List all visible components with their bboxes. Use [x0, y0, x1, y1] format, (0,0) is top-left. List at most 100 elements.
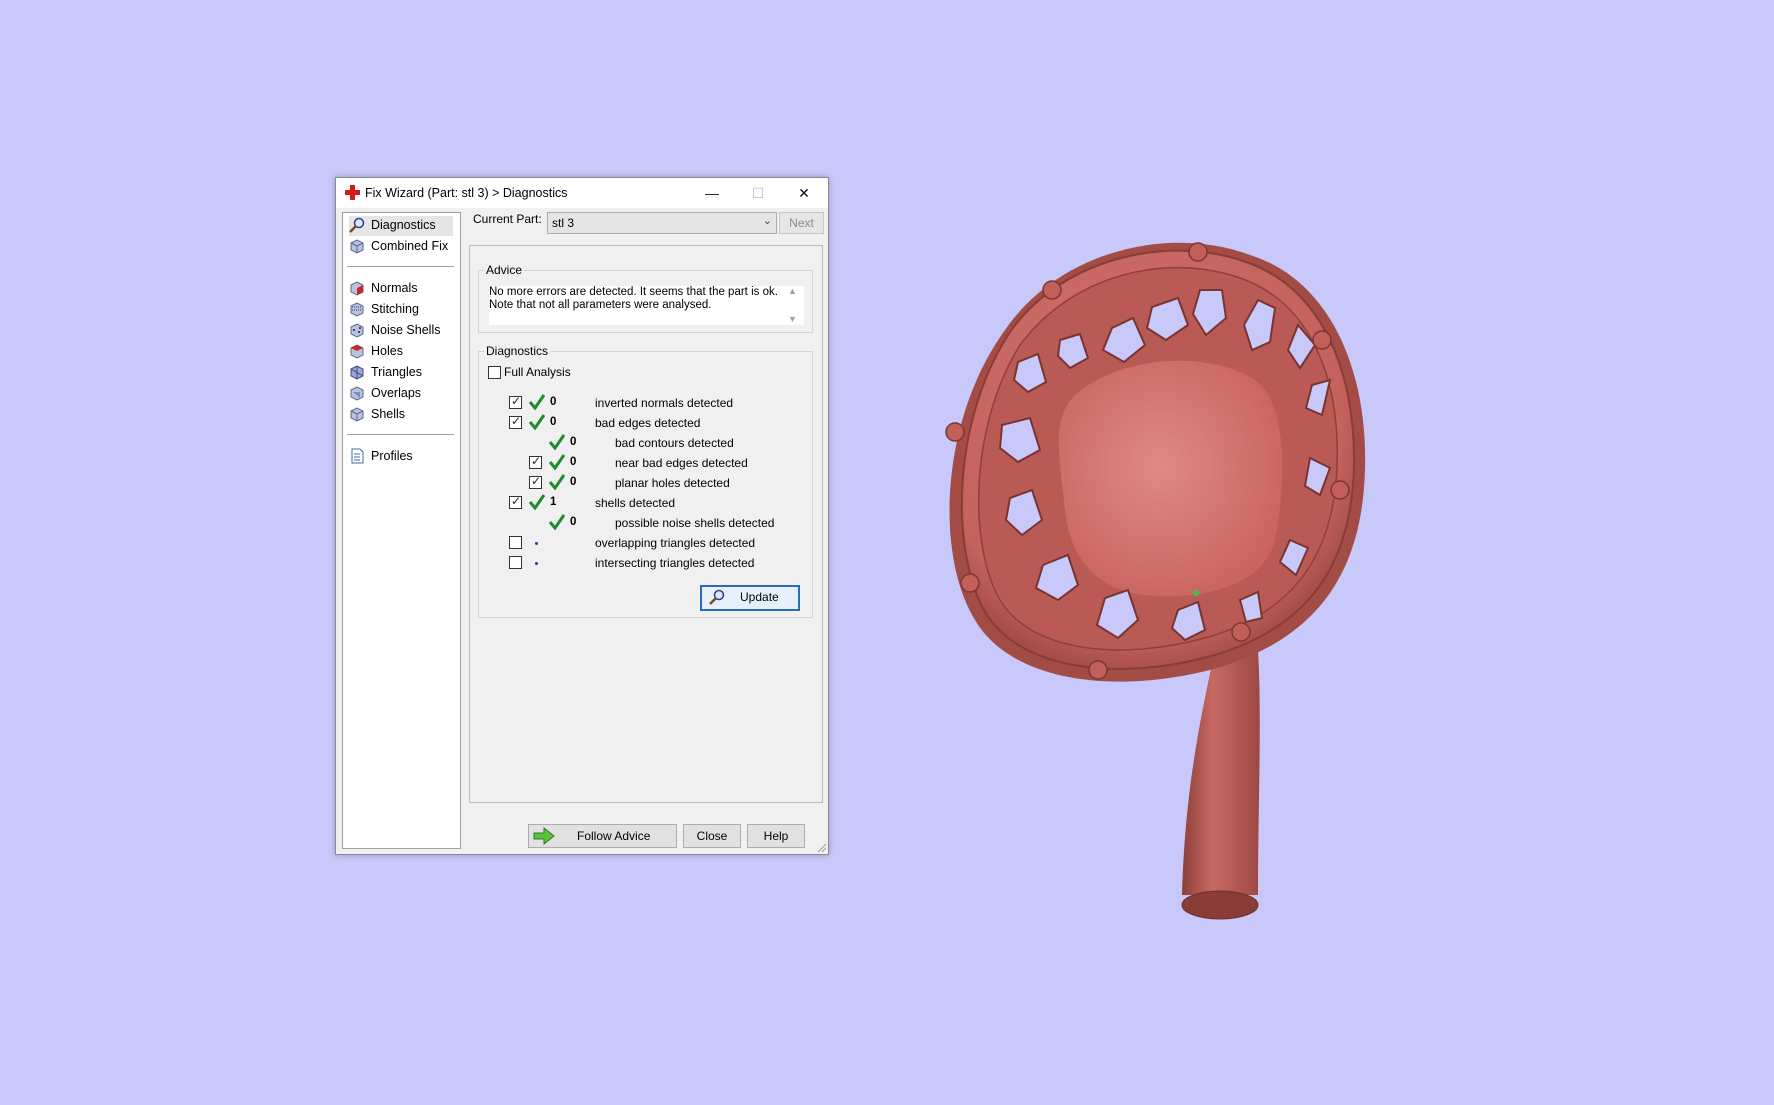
update-button[interactable]: Update [700, 585, 800, 611]
update-label: Update [740, 590, 779, 604]
advice-textbox[interactable]: No more errors are detected. It seems th… [489, 286, 804, 325]
resize-grip-icon[interactable] [817, 843, 827, 853]
noise-shells-count: 0 [570, 516, 577, 528]
not-analysed-dot-icon [535, 542, 538, 545]
fix-wizard-dialog: Fix Wizard (Part: stl 3) > Diagnostics —… [335, 177, 829, 855]
maximize-button: ☐ [751, 185, 765, 201]
noise-shells-cube-icon [350, 323, 364, 338]
nav-label: Normals [371, 281, 418, 295]
near-bad-edges-count: 0 [570, 456, 577, 468]
nav-item-diagnostics[interactable]: Diagnostics [349, 216, 453, 236]
planar-holes-label: planar holes detected [615, 476, 730, 490]
nav-label: Overlaps [371, 386, 422, 400]
nav-label: Diagnostics [371, 218, 436, 232]
minimize-button[interactable]: — [689, 178, 735, 208]
shells-label: shells detected [595, 496, 676, 510]
help-button[interactable]: Help [747, 824, 805, 848]
document-icon [351, 448, 364, 464]
inverted-normals-checkbox[interactable] [509, 394, 522, 409]
nav-divider [347, 434, 454, 435]
diagnostics-group: Diagnostics Full Analysis 0 inverted nor… [478, 344, 813, 618]
arrow-right-icon [533, 827, 555, 845]
magnifier-icon [709, 589, 725, 605]
nav-item-shells[interactable]: Shells [349, 405, 453, 425]
check-ok-icon [529, 494, 545, 510]
advice-line: Note that not all parameters were analys… [489, 299, 712, 311]
intersecting-triangles-checkbox[interactable] [509, 556, 522, 569]
sidebar-nav: Diagnostics Combined Fix Normals Stitchi… [342, 212, 461, 849]
intersecting-triangles-label: intersecting triangles detected [595, 556, 755, 570]
magnifier-icon [349, 217, 365, 233]
nav-label: Stitching [371, 302, 419, 316]
current-part-select[interactable]: stl 3 ⌄ [547, 212, 777, 234]
nav-item-triangles[interactable]: Triangles [349, 363, 453, 383]
diagnostics-panel: Advice No more errors are detected. It s… [469, 245, 823, 803]
cap-body [945, 242, 1366, 682]
advice-line: No more errors are detected. It seems th… [489, 286, 778, 298]
triangles-cube-icon [350, 365, 364, 380]
noise-shells-label: possible noise shells detected [615, 516, 775, 530]
advice-title: Advice [484, 263, 525, 277]
check-ok-icon [529, 394, 545, 410]
check-ok-icon [549, 514, 565, 530]
nav-label: Noise Shells [371, 323, 441, 337]
cube-icon [350, 239, 364, 254]
bad-edges-label: bad edges detected [595, 416, 701, 430]
stitching-cube-icon [350, 302, 364, 317]
current-part-label: Current Part: [473, 212, 542, 226]
nav-item-noise-shells[interactable]: Noise Shells [349, 321, 453, 341]
follow-advice-label: Follow Advice [577, 829, 651, 843]
advice-text: No more errors are detected. It seems th… [489, 286, 779, 312]
shells-checkbox[interactable] [509, 494, 522, 509]
bad-edges-checkbox[interactable] [509, 414, 522, 429]
nav-item-stitching[interactable]: Stitching [349, 300, 453, 320]
inverted-normals-label: inverted normals detected [595, 396, 734, 410]
full-analysis-label: Full Analysis [504, 365, 571, 379]
nav-label: Triangles [371, 365, 422, 379]
title-bar[interactable]: Fix Wizard (Part: stl 3) > Diagnostics —… [336, 178, 828, 208]
diagnostics-title: Diagnostics [484, 344, 551, 358]
follow-advice-button[interactable]: Follow Advice [528, 824, 677, 848]
part-3d-view[interactable] [930, 230, 1380, 930]
bad-edges-count: 0 [550, 416, 557, 428]
planar-holes-count: 0 [570, 476, 577, 488]
nav-item-overlaps[interactable]: Overlaps [349, 384, 453, 404]
bad-contours-count: 0 [570, 436, 577, 448]
nav-item-holes[interactable]: Holes [349, 342, 453, 362]
nav-label: Holes [371, 344, 403, 358]
nav-label: Combined Fix [371, 239, 449, 253]
nav-label: Shells [371, 407, 406, 421]
near-bad-edges-label: near bad edges detected [615, 456, 748, 470]
window-title: Fix Wizard (Part: stl 3) > Diagnostics [365, 186, 568, 200]
overlapping-triangles-checkbox[interactable] [509, 536, 522, 549]
nav-item-profiles[interactable]: Profiles [349, 447, 453, 467]
nav-label: Profiles [371, 449, 413, 463]
advice-group: Advice No more errors are detected. It s… [478, 263, 813, 333]
check-ok-icon [549, 434, 565, 450]
not-analysed-dot-icon [535, 562, 538, 565]
stem [1181, 650, 1260, 920]
check-ok-icon [549, 454, 565, 470]
chevron-down-icon: ⌄ [762, 215, 772, 227]
full-analysis-checkbox[interactable] [488, 366, 501, 379]
check-ok-icon [549, 474, 565, 490]
scroll-down-icon[interactable]: ▼ [788, 314, 797, 324]
inverted-normals-count: 0 [550, 396, 557, 408]
near-bad-edges-checkbox[interactable] [529, 454, 542, 469]
overlapping-triangles-label: overlapping triangles detected [595, 536, 756, 550]
bad-contours-label: bad contours detected [615, 436, 734, 450]
overlaps-cube-icon [350, 386, 364, 401]
check-ok-icon [529, 414, 545, 430]
close-button[interactable]: Close [683, 824, 741, 848]
next-button: Next [779, 212, 824, 234]
close-window-button[interactable]: ✕ [781, 178, 827, 208]
shells-count: 1 [550, 496, 557, 508]
nav-item-combined-fix[interactable]: Combined Fix [349, 237, 453, 257]
nav-divider [347, 266, 454, 267]
current-part-value: stl 3 [552, 216, 575, 230]
nav-item-normals[interactable]: Normals [349, 279, 453, 299]
holes-cube-icon [350, 344, 364, 359]
planar-holes-checkbox[interactable] [529, 474, 542, 489]
scroll-up-icon[interactable]: ▲ [788, 286, 797, 296]
app-cross-icon [345, 185, 360, 200]
